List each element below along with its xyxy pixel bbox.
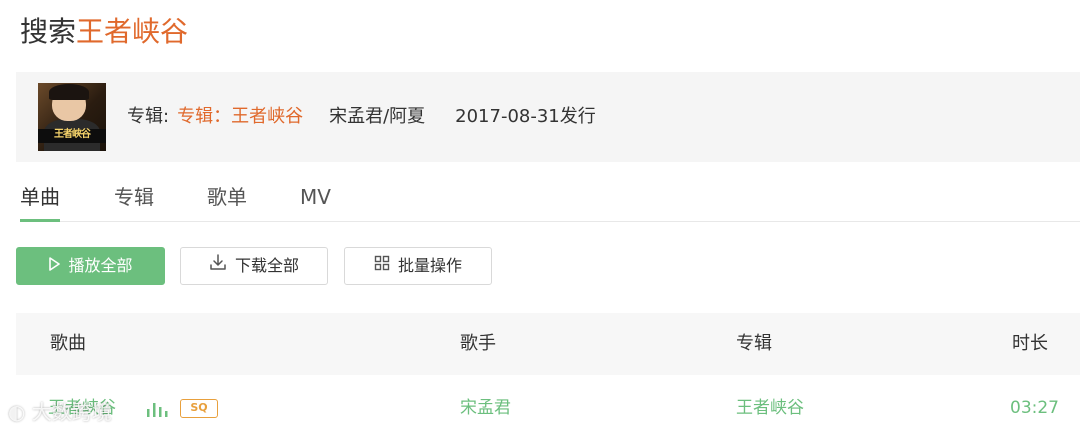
download-icon xyxy=(209,248,227,284)
album-card: 王者峡谷 专辑: 专辑：王者峡谷 宋孟君/阿夏 2017-08-31发行 xyxy=(16,72,1080,162)
song-table-header: 歌曲 歌手 专辑 时长 xyxy=(16,313,1080,375)
table-row[interactable]: 王者峡谷 SQ 宋孟君 王者峡谷 03:27 xyxy=(16,380,1080,437)
header-album: 专辑 xyxy=(736,333,772,354)
album-cover[interactable]: 王者峡谷 xyxy=(38,83,106,151)
header-artist: 歌手 xyxy=(460,333,496,354)
download-all-label: 下载全部 xyxy=(234,256,299,275)
sq-quality-badge: SQ xyxy=(180,399,218,418)
song-artist-link[interactable]: 宋孟君 xyxy=(460,380,511,437)
grid-icon xyxy=(374,248,390,284)
song-album-link[interactable]: 王者峡谷 xyxy=(736,380,804,437)
search-keyword: 王者峡谷 xyxy=(76,15,189,48)
tab-bar: 单曲 专辑 歌单 MV xyxy=(20,180,1080,222)
album-release-date: 2017-08-31发行 xyxy=(455,106,596,127)
equalizer-icon xyxy=(147,403,168,417)
play-icon xyxy=(48,248,61,284)
tab-mv[interactable]: MV xyxy=(300,180,331,222)
tab-singles[interactable]: 单曲 xyxy=(20,180,60,222)
song-duration: 03:27 xyxy=(1010,398,1059,418)
batch-operation-label: 批量操作 xyxy=(397,256,462,275)
album-cover-title: 王者峡谷 xyxy=(54,129,91,140)
play-all-button[interactable]: 播放全部 xyxy=(16,247,165,285)
watermark-logo-icon: ◐ xyxy=(8,400,32,424)
watermark: ◐ 大数跨境 xyxy=(8,396,112,425)
album-label: 专辑: xyxy=(127,106,170,127)
album-name-link[interactable]: 专辑：王者峡谷 xyxy=(177,106,303,127)
header-duration: 时长 xyxy=(1012,333,1048,354)
search-prefix: 搜索 xyxy=(20,15,77,48)
tab-playlists[interactable]: 歌单 xyxy=(207,180,247,222)
header-song: 歌曲 xyxy=(50,333,86,354)
album-info: 专辑: 专辑：王者峡谷 宋孟君/阿夏 2017-08-31发行 xyxy=(127,105,596,129)
play-all-label: 播放全部 xyxy=(68,256,133,275)
page-title: 搜索王者峡谷 xyxy=(20,12,188,52)
batch-operation-button[interactable]: 批量操作 xyxy=(344,247,492,285)
tab-albums[interactable]: 专辑 xyxy=(114,180,154,222)
watermark-text: 大数跨境 xyxy=(31,400,112,424)
album-artists[interactable]: 宋孟君/阿夏 xyxy=(329,106,425,127)
download-all-button[interactable]: 下载全部 xyxy=(180,247,328,285)
